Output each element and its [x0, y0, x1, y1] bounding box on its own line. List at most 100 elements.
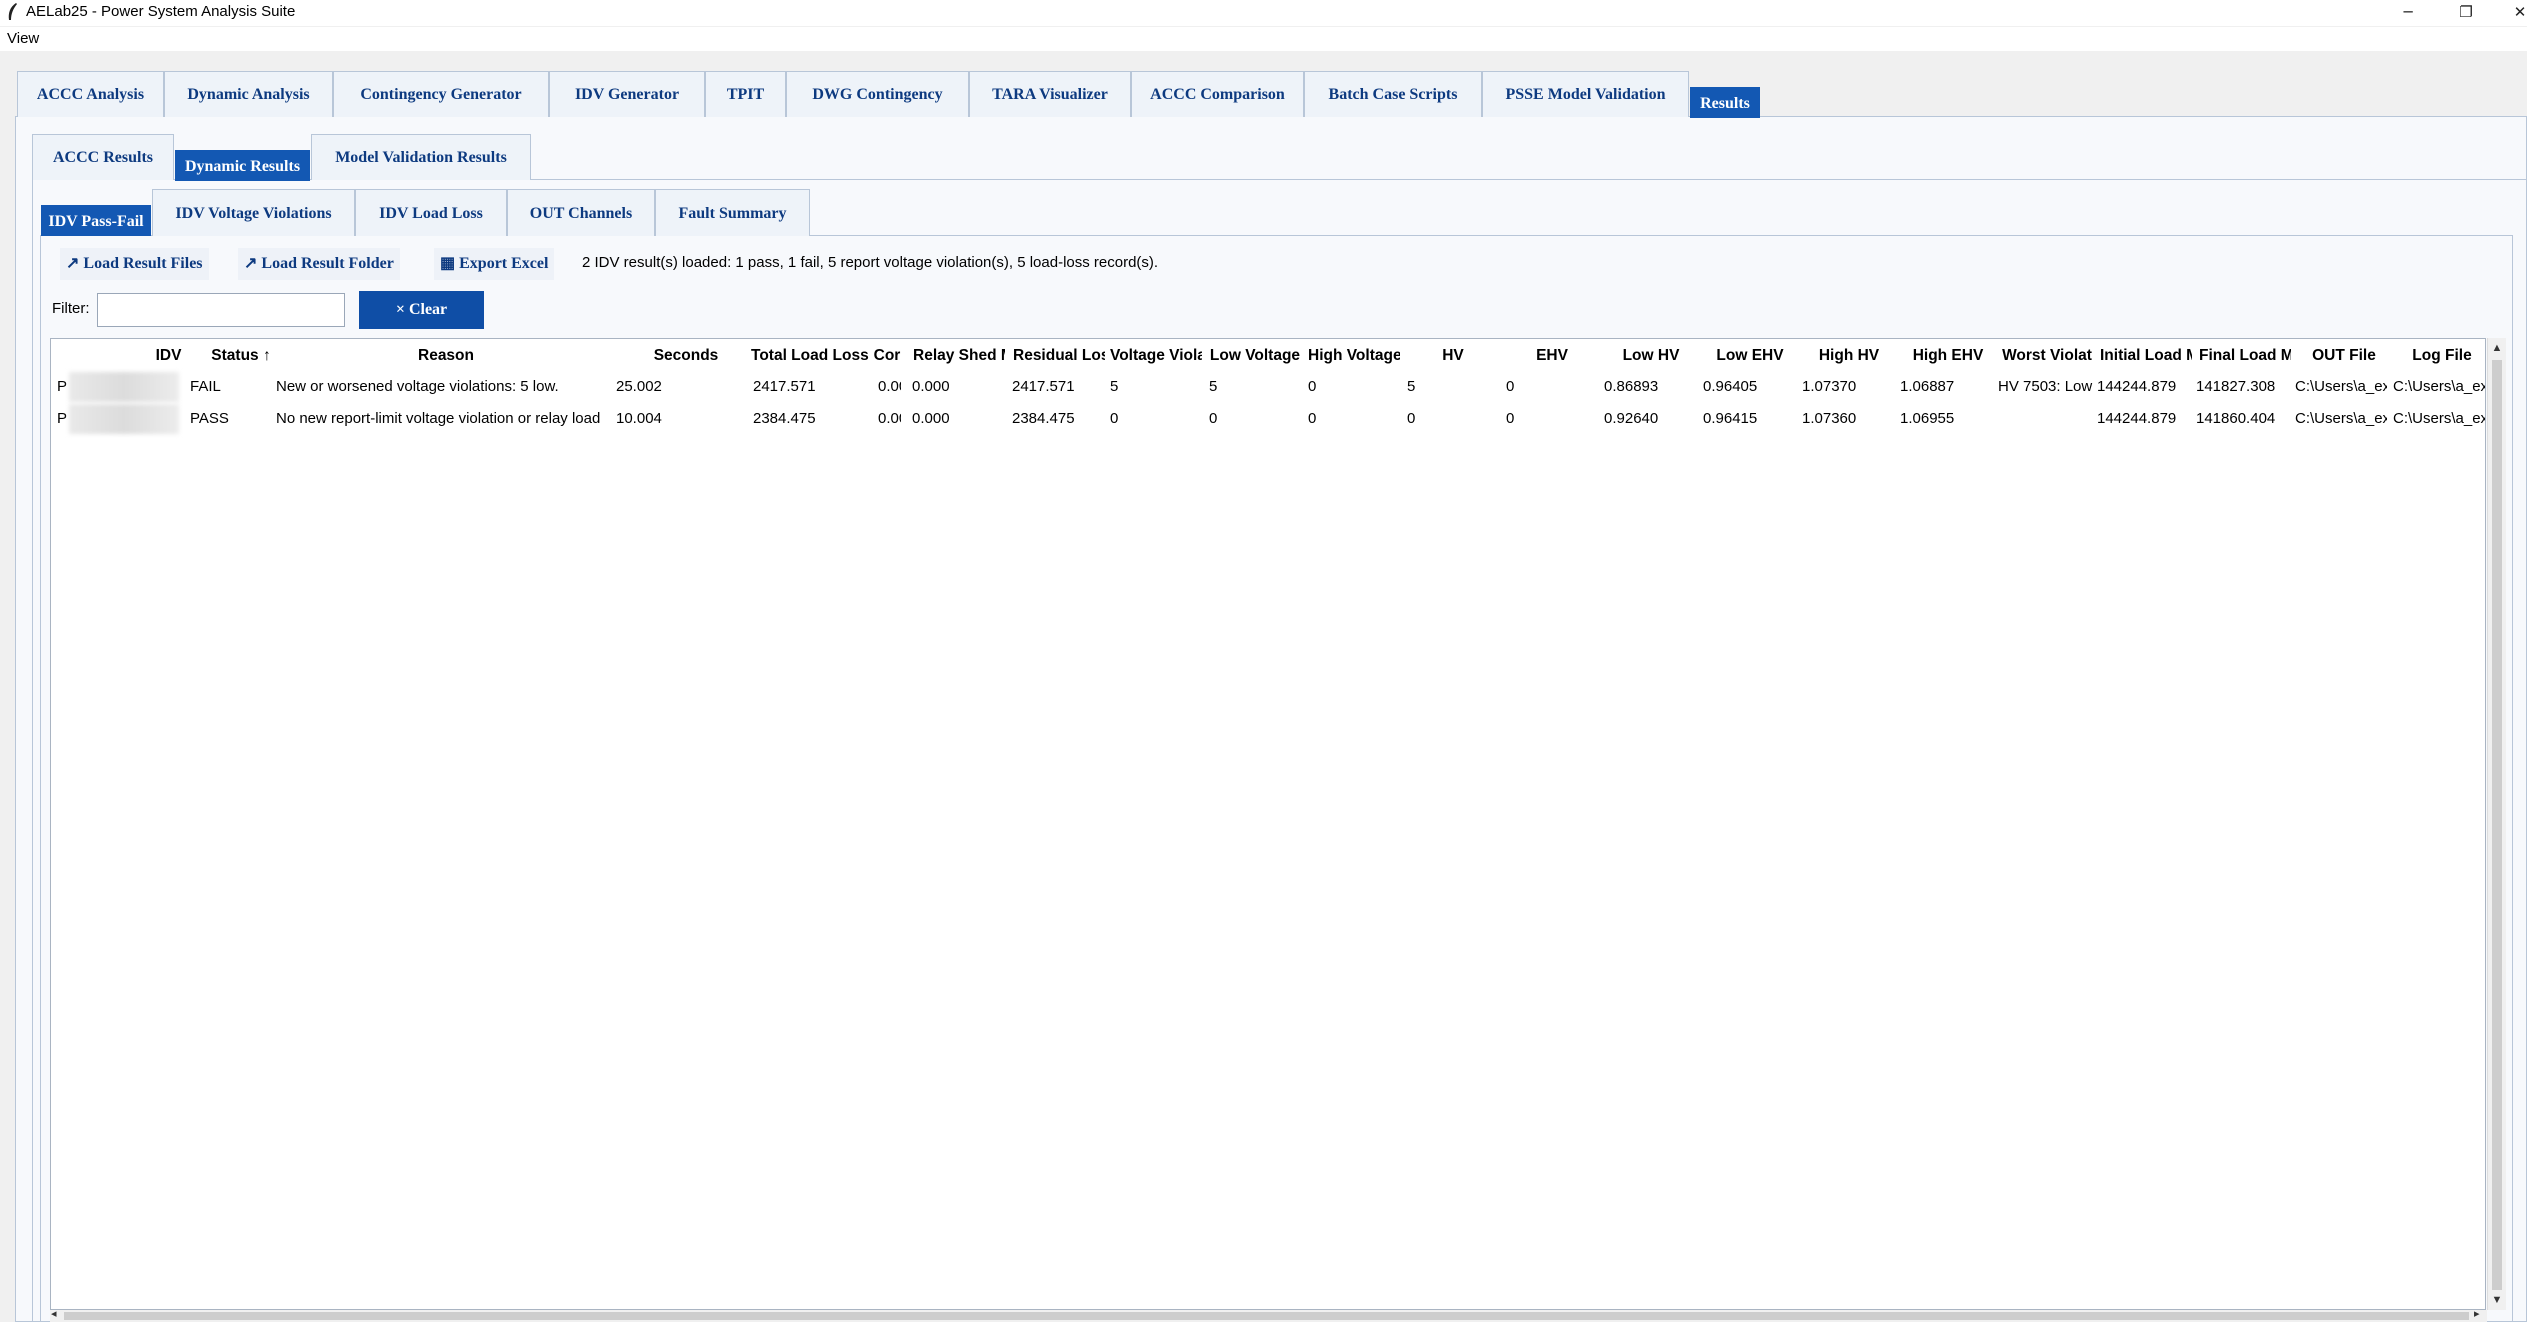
tab-model-validation-results[interactable]: Model Validation Results — [311, 134, 531, 180]
tab-contingency-generator[interactable]: Contingency Generator — [333, 71, 549, 117]
load-result-files-button[interactable]: ↗ Load Result Files — [60, 248, 209, 280]
cell-status: FAIL — [190, 378, 221, 395]
col-hv[interactable]: HV — [1407, 339, 1499, 373]
col-ehv[interactable]: EHV — [1506, 339, 1598, 373]
cell-low-ehv: 0.96415 — [1703, 410, 1758, 427]
redacted-idv — [69, 404, 179, 434]
cell-seconds: 25.002 — [616, 378, 662, 395]
tab-dynamic-analysis[interactable]: Dynamic Analysis — [164, 71, 333, 117]
col-residual-loss[interactable]: Residual Los — [1013, 339, 1105, 373]
cell-high-voltage: 0 — [1308, 410, 1317, 427]
restore-button[interactable]: ❐ — [2446, 0, 2486, 26]
tab-tara-visualizer[interactable]: TARA Visualizer — [969, 71, 1131, 117]
menu-bar: View — [0, 27, 2527, 51]
cell-low-voltage: 5 — [1209, 378, 1218, 395]
cell-voltage-violations: 0 — [1110, 410, 1119, 427]
scroll-down-arrow-icon[interactable]: ▼ — [2490, 1292, 2504, 1308]
col-relay-shed[interactable]: Relay Shed M — [913, 339, 1005, 373]
clear-filter-button[interactable]: × Clear — [359, 291, 484, 329]
tab-tpit[interactable]: TPIT — [705, 71, 786, 117]
cell-ehv: 0 — [1506, 378, 1515, 395]
menu-view[interactable]: View — [7, 30, 39, 47]
filter-input[interactable] — [97, 293, 345, 327]
cell-idv: P — [57, 378, 68, 395]
tab-out-channels[interactable]: OUT Channels — [507, 189, 655, 236]
col-total-load-loss[interactable]: Total Load Loss M — [751, 339, 871, 373]
col-low-hv[interactable]: Low HV — [1605, 339, 1697, 373]
col-high-hv[interactable]: High HV — [1803, 339, 1895, 373]
scroll-up-arrow-icon[interactable]: ▲ — [2490, 340, 2504, 356]
col-initial-load[interactable]: Initial Load M — [2100, 339, 2192, 373]
cell-cor: 0.00 — [878, 410, 901, 427]
cell-low-hv: 0.92640 — [1604, 410, 1659, 427]
cell-final-load: 141860.404 — [2196, 410, 2276, 427]
cell-status: PASS — [190, 410, 229, 427]
cell-hv: 5 — [1407, 378, 1416, 395]
horizontal-scroll-thumb[interactable] — [64, 1312, 2469, 1320]
cell-worst-violation — [1998, 404, 2093, 434]
export-excel-button[interactable]: ▦ Export Excel — [434, 248, 555, 280]
redacted-idv — [69, 372, 179, 402]
filter-label: Filter: — [52, 300, 90, 317]
tab-idv-pass-fail[interactable]: IDV Pass-Fail — [41, 205, 151, 236]
cell-cor: 0.00 — [878, 378, 901, 395]
minimize-button[interactable]: ─ — [2388, 0, 2428, 26]
app-feather-icon — [8, 3, 17, 20]
load-result-folder-button[interactable]: ↗ Load Result Folder — [238, 248, 400, 280]
cell-reason: New or worsened voltage violations: 5 lo… — [276, 378, 559, 395]
cell-hv: 0 — [1407, 410, 1416, 427]
cell-out-file: C:\Users\a_ex — [2295, 378, 2387, 395]
col-low-ehv[interactable]: Low EHV — [1704, 339, 1796, 373]
scroll-right-arrow-icon[interactable]: ▸ — [2474, 1307, 2480, 1320]
tab-idv-generator[interactable]: IDV Generator — [549, 71, 705, 117]
col-low-voltage[interactable]: Low Voltage — [1209, 339, 1301, 373]
col-final-load[interactable]: Final Load M — [2199, 339, 2291, 373]
horizontal-scrollbar[interactable]: ◂ ▸ — [50, 1307, 2487, 1322]
cell-residual-loss: 2417.571 — [1012, 378, 1075, 395]
cell-idv: P — [57, 410, 68, 427]
col-voltage-violations[interactable]: Voltage Viola — [1110, 339, 1202, 373]
col-cor[interactable]: Cor — [873, 339, 901, 373]
cell-low-hv: 0.86893 — [1604, 378, 1659, 395]
col-worst-violation[interactable]: Worst Violat — [2001, 339, 2093, 373]
cell-ehv: 0 — [1506, 410, 1515, 427]
tab-idv-load-loss[interactable]: IDV Load Loss — [355, 189, 507, 236]
close-button[interactable]: ✕ — [2500, 0, 2527, 26]
tab-accc-analysis[interactable]: ACCC Analysis — [17, 71, 164, 117]
cell-low-ehv: 0.96405 — [1703, 378, 1758, 395]
cell-initial-load: 144244.879 — [2097, 410, 2177, 427]
col-log-file[interactable]: Log File — [2397, 339, 2485, 373]
results-table: IDV Status ↑ Reason Seconds Total Load L… — [50, 338, 2486, 1310]
cell-reason: No new report-limit voltage violation or… — [276, 410, 601, 427]
scroll-left-arrow-icon[interactable]: ◂ — [51, 1307, 57, 1320]
vertical-scrollbar[interactable]: ▲ ▼ — [2487, 338, 2506, 1310]
cell-worst-violation: HV 7503: Low — [1998, 378, 2093, 395]
tab-batch-case-scripts[interactable]: Batch Case Scripts — [1304, 71, 1482, 117]
cell-seconds: 10.004 — [616, 410, 662, 427]
col-high-ehv[interactable]: High EHV — [1902, 339, 1994, 373]
col-status[interactable]: Status ↑ — [196, 339, 286, 373]
tab-idv-voltage-violations[interactable]: IDV Voltage Violations — [152, 189, 355, 236]
tab-accc-comparison[interactable]: ACCC Comparison — [1131, 71, 1304, 117]
tab-accc-results[interactable]: ACCC Results — [32, 134, 174, 180]
title-bar: AELab25 - Power System Analysis Suite ─ … — [0, 0, 2527, 26]
tab-results[interactable]: Results — [1690, 87, 1760, 118]
cell-initial-load: 144244.879 — [2097, 378, 2177, 395]
vertical-scroll-thumb[interactable] — [2492, 360, 2502, 1290]
tab-fault-summary[interactable]: Fault Summary — [655, 189, 810, 236]
cell-high-hv: 1.07370 — [1802, 378, 1857, 395]
cell-low-voltage: 0 — [1209, 410, 1218, 427]
tab-dynamic-results[interactable]: Dynamic Results — [175, 150, 310, 181]
col-seconds[interactable]: Seconds — [616, 339, 756, 373]
cell-relay-shed: 0.000 — [912, 410, 950, 427]
cell-voltage-violations: 5 — [1110, 378, 1119, 395]
cell-total-load-loss: 2384.475 — [753, 410, 816, 427]
cell-total-load-loss: 2417.571 — [753, 378, 816, 395]
col-out-file[interactable]: OUT File — [2298, 339, 2390, 373]
cell-high-ehv: 1.06955 — [1900, 410, 1955, 427]
cell-final-load: 141827.308 — [2196, 378, 2276, 395]
col-high-voltage[interactable]: High Voltage — [1308, 339, 1400, 373]
tab-psse-model-validation[interactable]: PSSE Model Validation — [1482, 71, 1689, 117]
col-reason[interactable]: Reason — [276, 339, 616, 373]
tab-dwg-contingency[interactable]: DWG Contingency — [786, 71, 969, 117]
